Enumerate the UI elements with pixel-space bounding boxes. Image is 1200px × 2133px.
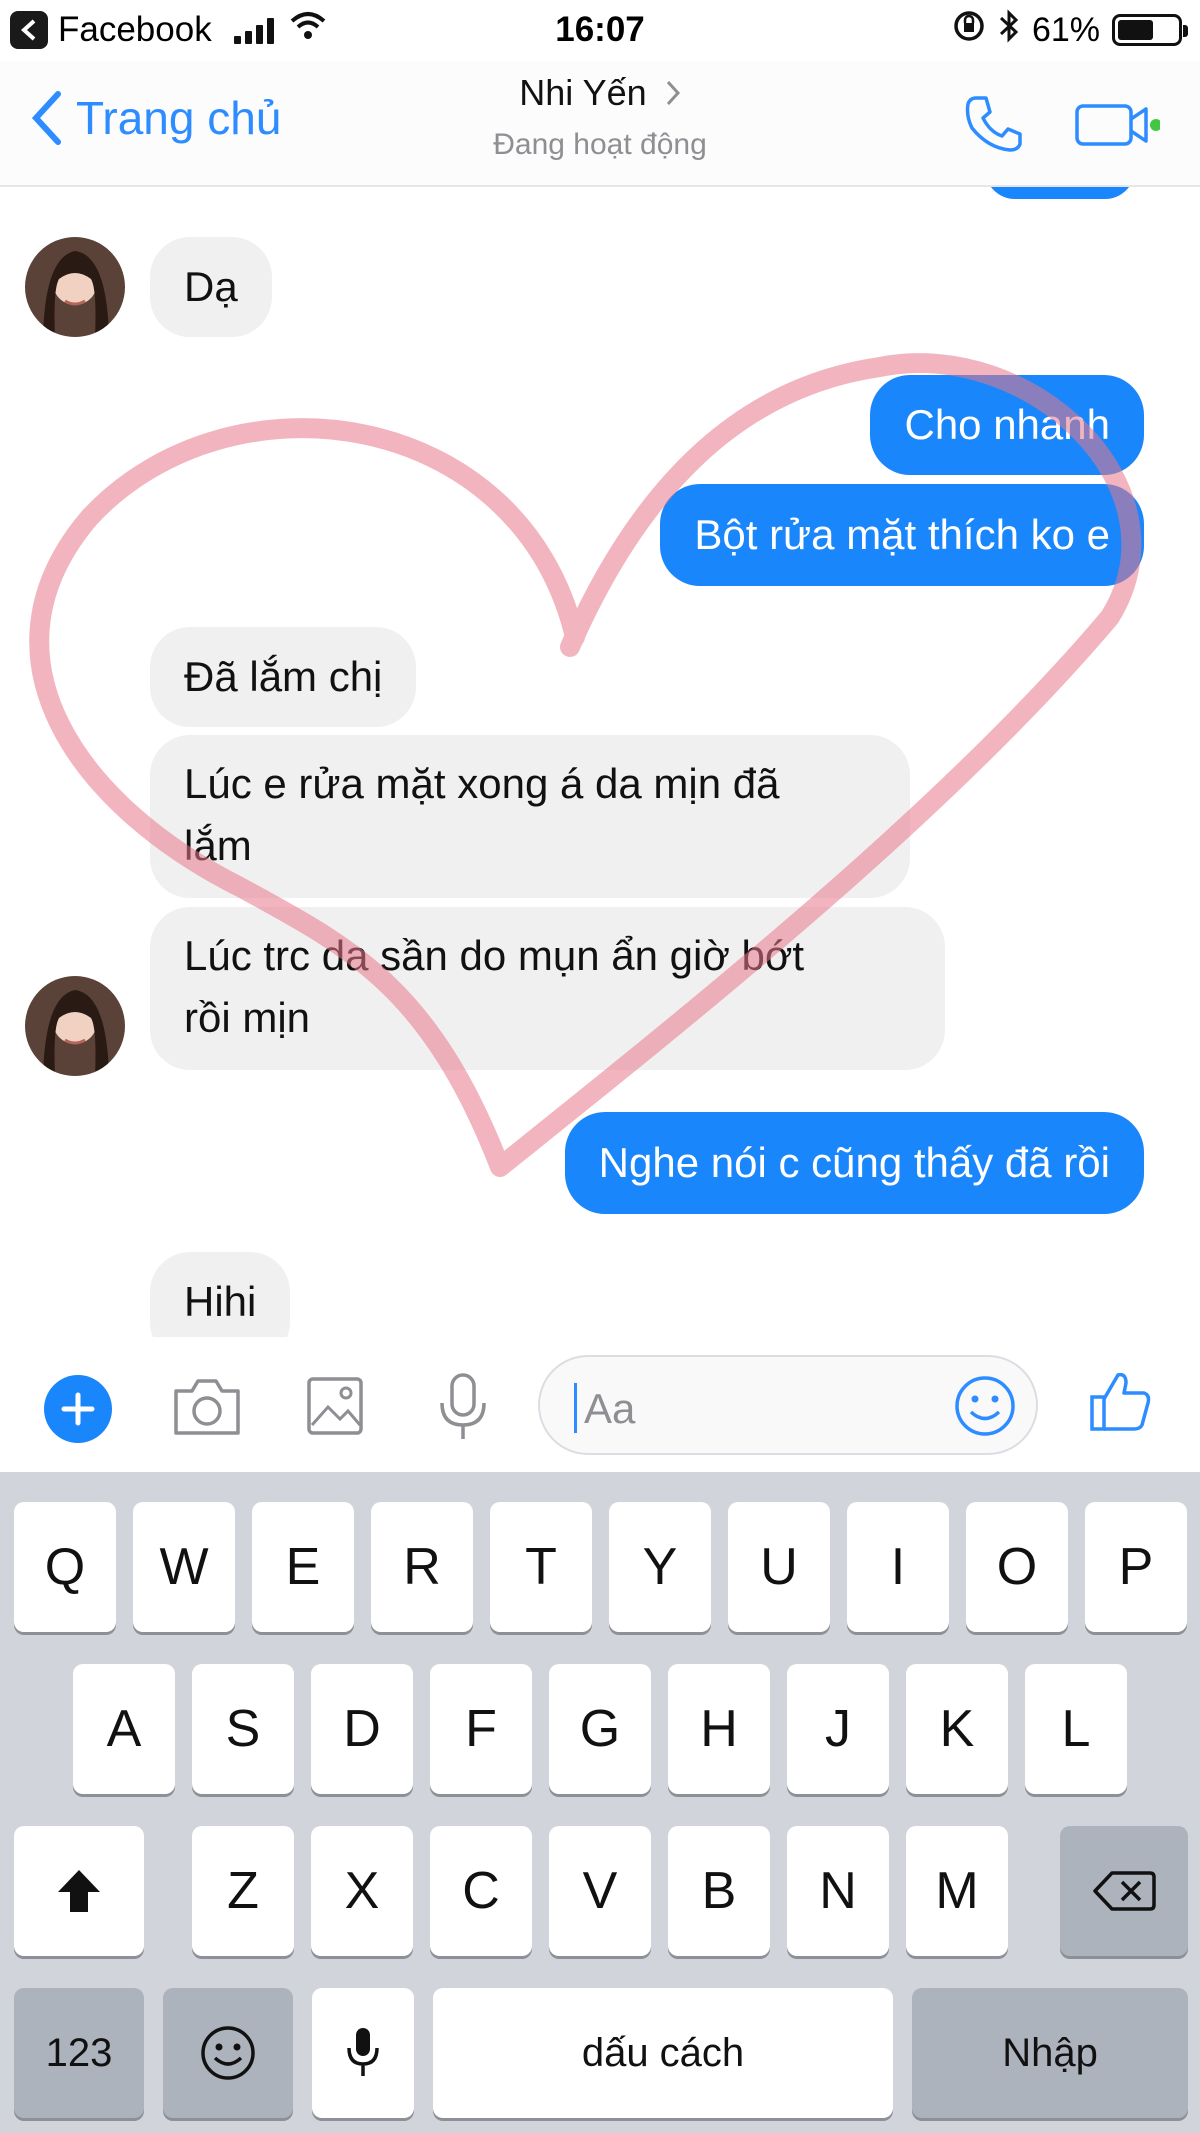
avatar[interactable]	[25, 237, 125, 337]
status-bar: Facebook 16:07 61%	[0, 0, 1200, 62]
key-w[interactable]: W	[133, 1502, 235, 1632]
message-bubble-out[interactable]: Bột rửa mặt thích ko e	[660, 484, 1144, 586]
key-z[interactable]: Z	[192, 1826, 294, 1956]
emoji-keyboard-icon	[201, 2026, 255, 2080]
key-u[interactable]: U	[728, 1502, 830, 1632]
key-l[interactable]: L	[1025, 1664, 1127, 1794]
text-caret	[574, 1383, 577, 1433]
image-icon[interactable]	[304, 1371, 366, 1446]
microphone-icon[interactable]	[436, 1371, 490, 1448]
video-icon[interactable]	[1074, 99, 1162, 154]
numbers-key[interactable]: 123	[14, 1988, 144, 2118]
key-k[interactable]: K	[906, 1664, 1008, 1794]
message-bubble-partial	[985, 187, 1135, 199]
conversation-header: Trang chủ Nhi Yến Đang hoạt động	[0, 62, 1200, 187]
key-i[interactable]: I	[847, 1502, 949, 1632]
message-bubble-out[interactable]: Cho nhanh	[870, 375, 1144, 475]
key-d[interactable]: D	[311, 1664, 413, 1794]
orientation-lock-icon	[952, 9, 986, 52]
key-v[interactable]: V	[549, 1826, 651, 1956]
on-screen-keyboard: Q W E R T Y U I O P A S D F G H J K L Z …	[0, 1472, 1200, 2133]
backspace-icon	[1093, 1871, 1156, 1911]
message-bubble-in[interactable]: Dạ	[150, 237, 272, 337]
key-b[interactable]: B	[668, 1826, 770, 1956]
key-r[interactable]: R	[371, 1502, 473, 1632]
key-c[interactable]: C	[430, 1826, 532, 1956]
key-p[interactable]: P	[1085, 1502, 1187, 1632]
camera-icon[interactable]	[170, 1371, 244, 1446]
thumbs-up-icon[interactable]	[1088, 1367, 1154, 1442]
key-n[interactable]: N	[787, 1826, 889, 1956]
battery-icon	[1112, 14, 1188, 46]
message-line: lắm	[184, 822, 252, 869]
message-bubble-out[interactable]: Nghe nói c cũng thấy đã rồi	[564, 1112, 1144, 1214]
key-m[interactable]: M	[906, 1826, 1008, 1956]
delete-key[interactable]	[1060, 1826, 1188, 1956]
phone-icon[interactable]	[962, 92, 1026, 161]
space-key[interactable]: dấu cách	[433, 1988, 893, 2118]
message-bubble-in[interactable]: Lúc e rửa mặt xong á da mịn đã lắm	[150, 735, 910, 898]
key-y[interactable]: Y	[609, 1502, 711, 1632]
avatar[interactable]	[25, 976, 125, 1076]
key-t[interactable]: T	[490, 1502, 592, 1632]
header-actions	[962, 92, 1162, 161]
chevron-right-icon	[666, 80, 680, 106]
message-line: Lúc trc da sần do mụn ẩn giờ bớt	[184, 932, 805, 979]
message-line: rồi mịn	[184, 994, 311, 1041]
message-line: Lúc e rửa mặt xong á da mịn đã	[184, 760, 780, 807]
dictation-key[interactable]	[312, 1988, 414, 2118]
composer-bar: Aa	[0, 1337, 1200, 1472]
message-input-placeholder: Aa	[584, 1385, 636, 1432]
key-x[interactable]: X	[311, 1826, 413, 1956]
emoji-key[interactable]	[163, 1988, 293, 2118]
emoji-icon[interactable]	[952, 1373, 1018, 1444]
key-g[interactable]: G	[549, 1664, 651, 1794]
shift-key[interactable]	[14, 1826, 144, 1956]
contact-name: Nhi Yến	[519, 72, 647, 113]
message-bubble-in[interactable]: Lúc trc da sần do mụn ẩn giờ bớt rồi mịn	[150, 907, 945, 1070]
message-bubble-in[interactable]: Đã lắm chị	[150, 627, 417, 727]
message-input[interactable]: Aa	[538, 1355, 1038, 1455]
key-e[interactable]: E	[252, 1502, 354, 1632]
message-list[interactable]: Dạ Cho nhanh Bột rửa mặt thích ko e Đã l…	[0, 187, 1200, 1337]
key-q[interactable]: Q	[14, 1502, 116, 1632]
plus-icon[interactable]	[44, 1375, 112, 1443]
key-f[interactable]: F	[430, 1664, 532, 1794]
battery-percent: 61%	[1031, 10, 1100, 49]
key-h[interactable]: H	[668, 1664, 770, 1794]
bluetooth-icon	[998, 8, 1020, 52]
microphone-key-icon	[347, 2028, 379, 2076]
key-s[interactable]: S	[192, 1664, 294, 1794]
status-right: 61%	[952, 8, 1188, 52]
shift-arrow-icon	[58, 1870, 100, 1912]
key-a[interactable]: A	[73, 1664, 175, 1794]
key-j[interactable]: J	[787, 1664, 889, 1794]
message-bubble-in[interactable]: Hihi	[150, 1252, 291, 1337]
key-o[interactable]: O	[966, 1502, 1068, 1632]
battery-fill	[1118, 20, 1154, 40]
return-key[interactable]: Nhập	[912, 1988, 1188, 2118]
